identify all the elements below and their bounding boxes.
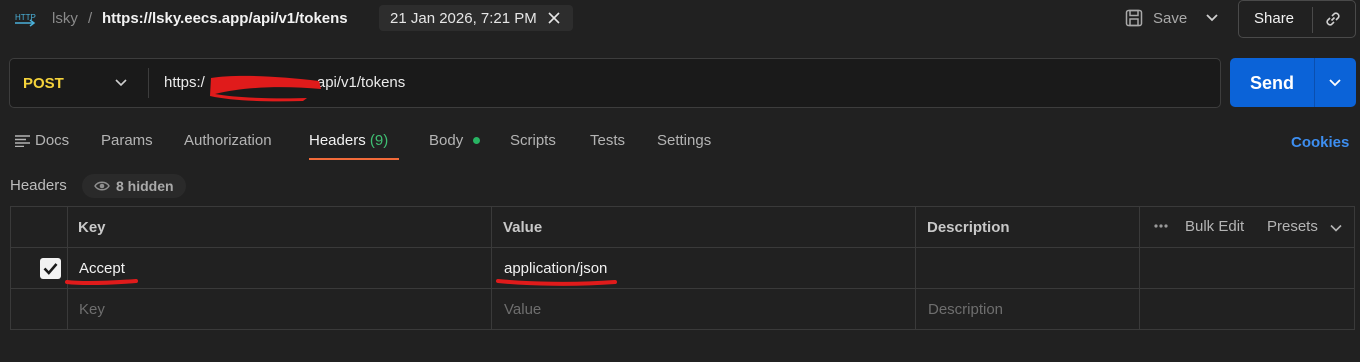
headers-table: Key Value Description Bulk Edit Presets … [10,206,1355,330]
tab-headers-count: (9) [369,132,389,149]
row-divider [11,247,1354,248]
docs-icon [15,135,30,147]
presets-button[interactable]: Presets [1267,218,1318,235]
checkmark-icon [43,263,58,275]
eye-icon [94,181,110,191]
annotation-underline [65,279,138,286]
column-divider [67,207,68,329]
breadcrumb-collection[interactable]: lsky [52,10,78,27]
close-icon[interactable] [548,12,560,24]
column-divider [915,207,916,329]
method-divider [148,68,149,98]
link-icon[interactable] [1323,9,1343,29]
tab-body[interactable]: Body [429,132,463,149]
hidden-headers-label: 8 hidden [116,178,174,194]
share-group: Share [1238,0,1356,38]
save-label: Save [1153,10,1188,27]
save-icon [1125,9,1143,27]
redaction-mark [210,75,321,102]
url-suffix: api/v1/tokens [316,74,406,91]
request-bar: POST https:/ api/v1/tokens [9,58,1221,108]
hidden-headers-toggle[interactable]: 8 hidden [82,174,186,198]
method-select[interactable]: POST [23,75,64,92]
history-tab-label: 21 Jan 2026, 7:21 PM [390,10,537,27]
top-bar: HTTP lsky / https://lsky.eecs.app/api/v1… [0,0,1360,38]
headers-section-title: Headers [10,177,67,194]
annotation-underline [496,279,617,286]
chevron-down-icon[interactable] [1329,221,1343,235]
share-button[interactable]: Share [1254,10,1294,27]
breadcrumb-separator: / [88,10,93,27]
tab-tests[interactable]: Tests [590,132,625,149]
column-divider [491,207,492,329]
tab-scripts[interactable]: Scripts [510,132,556,149]
send-divider [1314,58,1315,107]
row-enabled-checkbox[interactable] [40,258,61,279]
http-badge-text: HTTP [15,13,36,22]
new-value-input[interactable]: Value [504,301,541,318]
column-header-value: Value [503,219,543,236]
cookies-link[interactable]: Cookies [1291,134,1349,151]
new-key-input[interactable]: Key [79,301,105,318]
column-header-key: Key [78,219,106,236]
row-divider [11,288,1354,289]
tab-docs[interactable]: Docs [35,132,69,149]
save-button[interactable]: Save [1120,5,1196,31]
bulk-edit-button[interactable]: Bulk Edit [1185,218,1244,235]
tab-headers-label: Headers [309,132,366,149]
tab-settings[interactable]: Settings [657,132,711,149]
history-tab[interactable]: 21 Jan 2026, 7:21 PM [379,5,573,31]
column-divider [1139,207,1140,329]
body-status-dot [473,137,480,144]
tab-headers[interactable]: Headers (9) [309,132,388,149]
new-description-input[interactable]: Description [928,301,1003,318]
chevron-down-icon[interactable] [1326,74,1344,92]
url-prefix: https:/ [164,74,205,91]
chevron-down-icon[interactable] [113,75,129,91]
active-tab-indicator [309,158,399,160]
tab-params[interactable]: Params [101,132,153,149]
share-divider [1312,7,1313,33]
tab-authorization[interactable]: Authorization [184,132,272,149]
http-icon: HTTP [15,13,36,27]
send-button[interactable]: Send [1230,58,1356,107]
send-label: Send [1249,73,1294,93]
column-header-description: Description [927,219,1010,236]
chevron-down-icon[interactable] [1201,8,1223,28]
more-icon[interactable] [1153,223,1169,229]
request-title[interactable]: https://lsky.eecs.app/api/v1/tokens [102,10,348,27]
